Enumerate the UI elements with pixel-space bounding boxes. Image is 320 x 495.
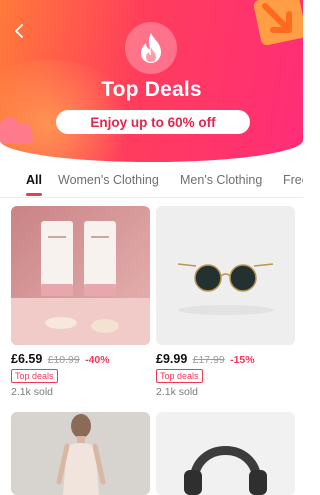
top-deals-page: Top Deals Enjoy up to 60% off All Women'…	[0, 0, 303, 495]
deals-logo	[125, 22, 177, 74]
category-tabs: All Women's Clothing Men's Clothing Free	[0, 164, 303, 196]
original-price: £10.99	[47, 354, 80, 366]
original-price: £17.99	[192, 354, 225, 366]
tabs-divider	[0, 197, 303, 198]
header-banner: Top Deals Enjoy up to 60% off	[0, 0, 303, 162]
active-tab-indicator	[26, 193, 42, 196]
product-image-dress[interactable]	[11, 412, 150, 495]
tab-mens-clothing[interactable]: Men's Clothing	[180, 173, 262, 187]
sold-count: 2.1k sold	[11, 386, 54, 398]
decorative-cloud-icon	[0, 117, 34, 144]
product-image-skincare[interactable]	[11, 206, 150, 345]
current-price: £6.59	[11, 352, 43, 366]
tab-womens-clothing[interactable]: Women's Clothing	[58, 173, 159, 187]
decorative-arrow-icon	[253, 0, 303, 46]
tab-free[interactable]: Free	[283, 173, 303, 187]
discount-percent: -40%	[85, 354, 110, 366]
price-row: £6.59 £10.99 -40%	[11, 352, 150, 366]
price-row: £9.99 £17.99 -15%	[156, 352, 295, 366]
page-title: Top Deals	[101, 78, 202, 101]
tab-all[interactable]: All	[26, 173, 42, 187]
current-price: £9.99	[156, 352, 188, 366]
promo-banner: Enjoy up to 60% off	[56, 110, 250, 134]
back-button[interactable]	[6, 18, 32, 44]
sold-count: 2.1k sold	[156, 386, 199, 398]
top-deals-badge: Top deals	[156, 369, 203, 383]
discount-percent: -15%	[230, 354, 255, 366]
chevron-left-icon	[15, 24, 23, 38]
top-deals-badge: Top deals	[11, 369, 58, 383]
flame-icon	[141, 33, 161, 63]
product-image-sunglasses[interactable]	[156, 206, 295, 345]
product-image-headphones[interactable]	[156, 412, 295, 495]
